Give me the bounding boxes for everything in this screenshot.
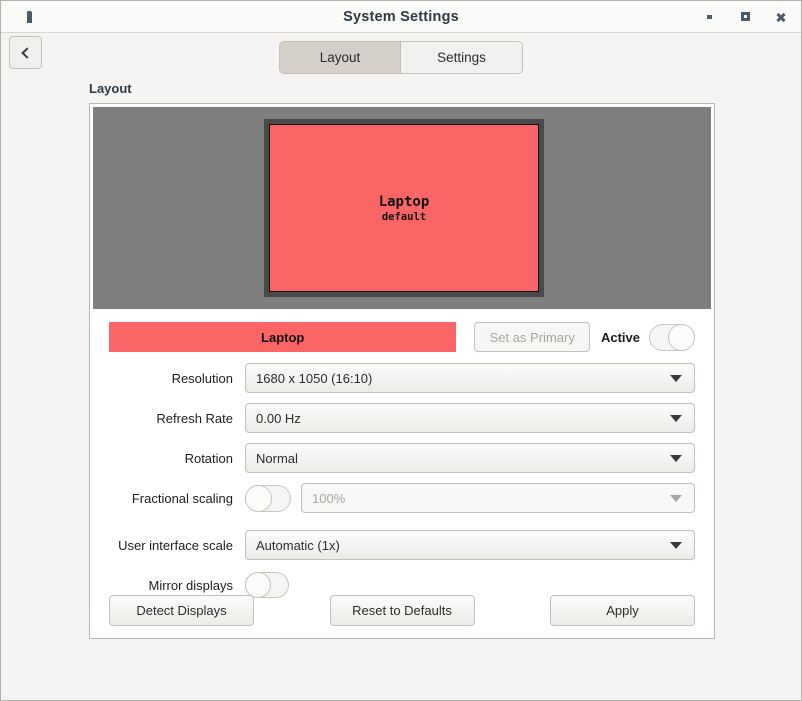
display-controls: Laptop Set as Primary Active Resolution … bbox=[90, 312, 714, 638]
chevron-down-icon bbox=[670, 495, 682, 502]
tab-layout[interactable]: Layout bbox=[280, 41, 401, 73]
monitor-preview-laptop[interactable]: Laptop default bbox=[264, 119, 544, 297]
resolution-label: Resolution bbox=[171, 370, 233, 386]
section-title: Layout bbox=[89, 81, 132, 96]
maximize-button[interactable] bbox=[738, 10, 752, 24]
app-icon bbox=[27, 10, 32, 23]
fractional-scaling-toggle[interactable] bbox=[245, 484, 291, 512]
ui-scale-row: User interface scale Automatic (1x) bbox=[109, 530, 695, 560]
back-button[interactable] bbox=[9, 36, 42, 69]
fractional-scaling-label: Fractional scaling bbox=[131, 490, 233, 506]
refresh-rate-label: Refresh Rate bbox=[156, 410, 233, 426]
resolution-row: Resolution 1680 x 1050 (16:10) bbox=[109, 363, 695, 393]
minimize-icon bbox=[706, 14, 712, 19]
minimize-button[interactable] bbox=[702, 10, 716, 24]
fractional-scaling-row: Fractional scaling 100% bbox=[109, 483, 695, 513]
maximize-icon bbox=[740, 12, 750, 21]
chevron-down-icon bbox=[670, 375, 682, 382]
resolution-dropdown[interactable]: 1680 x 1050 (16:10) bbox=[245, 363, 695, 393]
refresh-rate-row: Refresh Rate 0.00 Hz bbox=[109, 403, 695, 433]
display-panel: Laptop default Laptop Set as Primary Act… bbox=[89, 103, 715, 639]
chevron-down-icon bbox=[670, 542, 682, 549]
reset-to-defaults-button[interactable]: Reset to Defaults bbox=[329, 595, 475, 626]
tab-settings[interactable]: Settings bbox=[401, 41, 522, 73]
tab-bar: Layout Settings bbox=[279, 40, 523, 74]
rotation-value: Normal bbox=[256, 450, 298, 466]
window-controls bbox=[702, 10, 801, 24]
close-icon bbox=[776, 12, 786, 22]
chevron-down-icon bbox=[670, 455, 682, 462]
content-area: Layout Laptop default Laptop Set as Prim… bbox=[1, 81, 801, 700]
monitor-tab-laptop[interactable]: Laptop bbox=[109, 322, 457, 352]
ui-scale-dropdown[interactable]: Automatic (1x) bbox=[245, 530, 695, 560]
toolbar: Layout Settings bbox=[1, 33, 801, 81]
apply-button[interactable]: Apply bbox=[550, 595, 695, 626]
ui-scale-label: User interface scale bbox=[118, 537, 233, 553]
fractional-scaling-toggle-wrap bbox=[245, 484, 291, 512]
refresh-rate-value: 0.00 Hz bbox=[256, 410, 301, 426]
active-label: Active bbox=[600, 329, 640, 345]
fractional-scaling-value: 100% bbox=[312, 490, 346, 506]
fractional-scaling-toggle-knob bbox=[245, 484, 272, 512]
chevron-down-icon bbox=[670, 415, 682, 422]
window-title: System Settings bbox=[343, 8, 459, 25]
back-chevron-icon bbox=[21, 46, 33, 59]
fractional-scaling-dropdown[interactable]: 100% bbox=[301, 483, 695, 513]
monitor-name-label: Laptop bbox=[378, 193, 430, 210]
title-bar: System Settings bbox=[1, 1, 801, 33]
active-toggle-knob bbox=[668, 323, 695, 351]
detect-displays-button[interactable]: Detect Displays bbox=[109, 595, 254, 626]
set-as-primary-button[interactable]: Set as Primary bbox=[474, 322, 590, 352]
rotation-row: Rotation Normal bbox=[109, 443, 695, 473]
mirror-displays-label: Mirror displays bbox=[148, 577, 233, 593]
close-button[interactable] bbox=[774, 10, 788, 24]
rotation-dropdown[interactable]: Normal bbox=[245, 443, 695, 473]
action-buttons-row: Detect Displays Reset to Defaults Apply bbox=[109, 595, 695, 626]
titlebar-left bbox=[1, 10, 61, 23]
monitor-screen: Laptop default bbox=[269, 124, 539, 292]
resolution-value: 1680 x 1050 (16:10) bbox=[256, 370, 373, 386]
system-settings-window: System Settings Layout Settings Layout L… bbox=[0, 0, 802, 701]
monitor-selection-row: Laptop Set as Primary Active bbox=[109, 322, 695, 352]
rotation-label: Rotation bbox=[184, 450, 233, 466]
refresh-rate-dropdown[interactable]: 0.00 Hz bbox=[245, 403, 695, 433]
monitor-sub-label: default bbox=[381, 210, 427, 223]
layout-preview[interactable]: Laptop default bbox=[93, 107, 711, 309]
active-toggle[interactable] bbox=[649, 323, 695, 351]
ui-scale-value: Automatic (1x) bbox=[256, 537, 340, 553]
